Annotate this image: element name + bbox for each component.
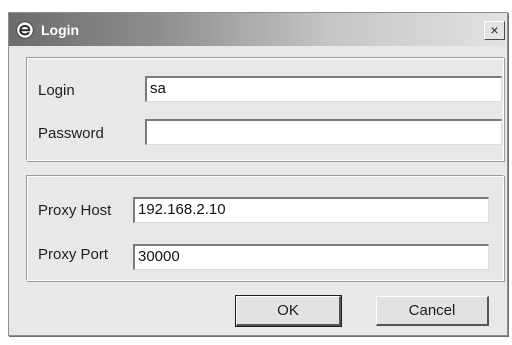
- password-field[interactable]: [145, 119, 502, 145]
- ok-button[interactable]: OK: [235, 295, 342, 327]
- proxy-port-label: Proxy Port: [38, 246, 109, 263]
- login-dialog: Login × Login sa Password Proxy Host 192…: [8, 12, 508, 336]
- proxy-settings-group: Proxy Host 192.168.2.10 Proxy Port 30000: [26, 175, 504, 281]
- cancel-button[interactable]: Cancel: [376, 296, 489, 326]
- proxy-port-field[interactable]: 30000: [133, 244, 489, 270]
- login-field[interactable]: sa: [145, 76, 502, 102]
- proxy-host-field[interactable]: 192.168.2.10: [133, 197, 489, 223]
- dialog-title: Login: [41, 22, 80, 38]
- password-label: Password: [38, 125, 104, 142]
- login-label: Login: [38, 82, 75, 99]
- login-credentials-group: Login sa Password: [26, 57, 504, 161]
- proxy-host-label: Proxy Host: [38, 202, 112, 219]
- app-logo-icon: [16, 21, 34, 39]
- close-button[interactable]: ×: [484, 21, 505, 40]
- title-bar[interactable]: Login ×: [9, 13, 507, 46]
- close-icon: ×: [490, 22, 499, 38]
